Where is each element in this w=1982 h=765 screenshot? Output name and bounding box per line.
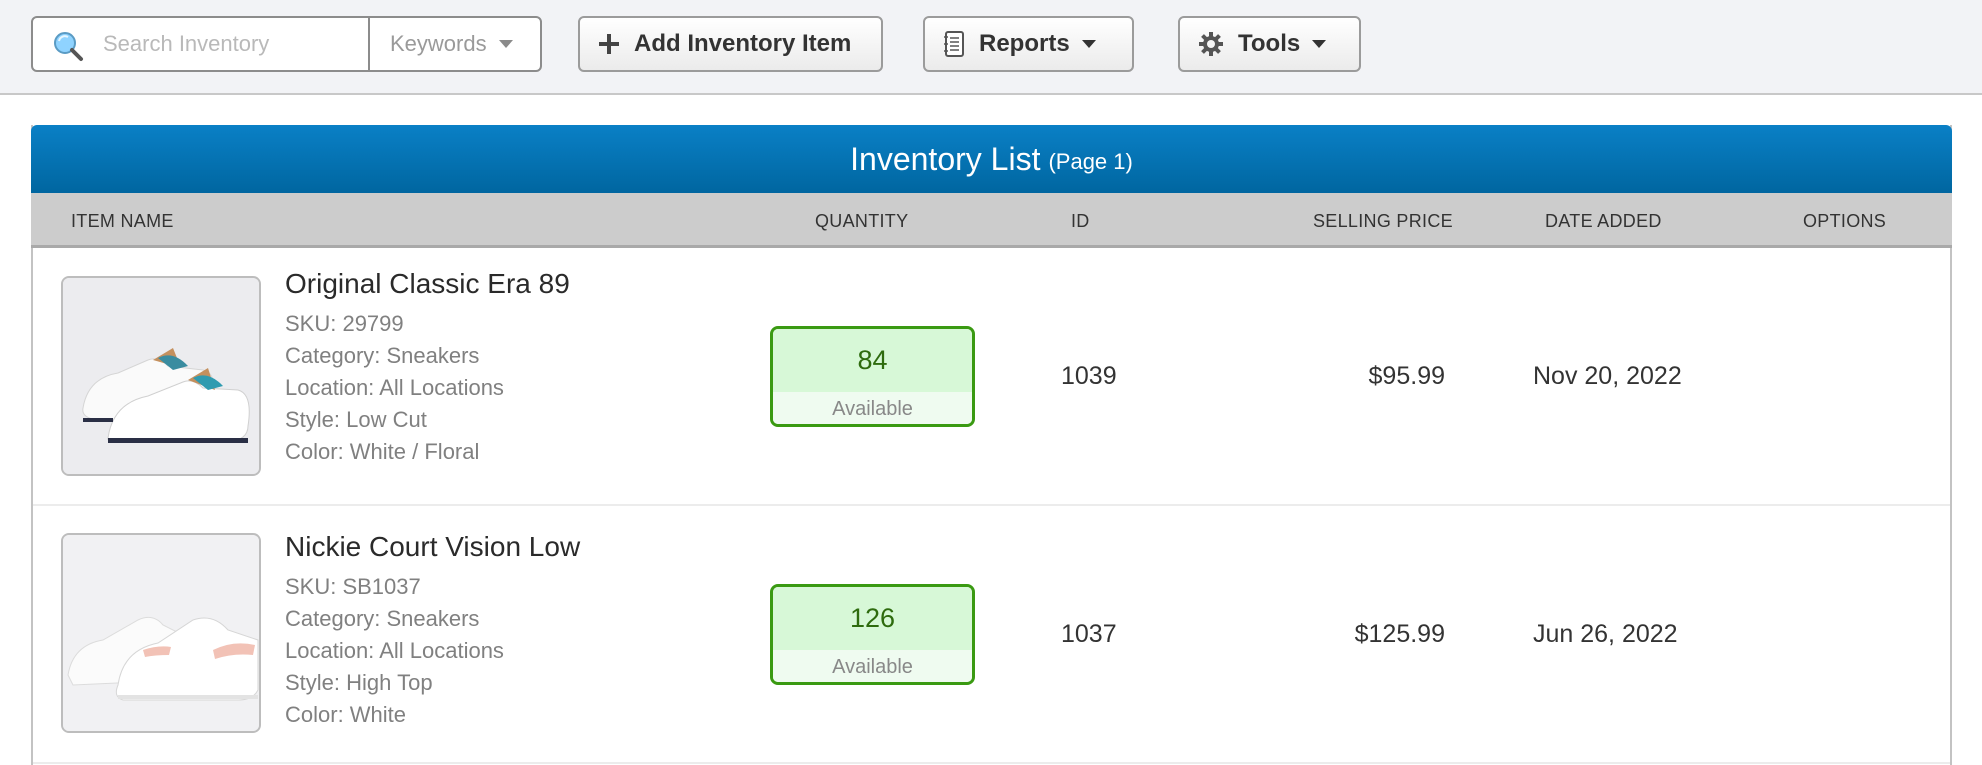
- table-header: ITEM NAME QUANTITY ID SELLING PRICE DATE…: [31, 193, 1952, 248]
- search-input[interactable]: [103, 18, 363, 70]
- item-date-added: Nov 20, 2022: [1533, 362, 1682, 390]
- quantity-status: Available: [773, 392, 972, 424]
- quantity-badge: 84 Available: [770, 326, 975, 427]
- item-sku: SKU: SB1037: [285, 574, 421, 599]
- sneaker-image-icon: [63, 278, 259, 474]
- item-style: Style: High Top: [285, 670, 433, 695]
- column-header-id[interactable]: ID: [1071, 211, 1090, 232]
- item-category: Category: Sneakers: [285, 606, 480, 631]
- add-inventory-item-button[interactable]: Add Inventory Item: [578, 16, 883, 72]
- table-row[interactable]: Nickie Court Vision Low SKU: SB1037 Cate…: [33, 506, 1950, 764]
- tools-dropdown-button[interactable]: Tools: [1178, 16, 1361, 72]
- panel-header: Inventory List (Page 1): [31, 125, 1952, 193]
- search-filter-dropdown[interactable]: Keywords: [368, 18, 540, 70]
- item-color: Color: White / Floral: [285, 439, 480, 464]
- chevron-down-icon: [1312, 40, 1327, 48]
- add-inventory-item-label: Add Inventory Item: [634, 30, 852, 57]
- inventory-list-panel: Inventory List (Page 1) ITEM NAME QUANTI…: [31, 125, 1952, 765]
- item-thumbnail[interactable]: [61, 533, 261, 733]
- item-details: SKU: 29799 Category: Sneakers Location: …: [285, 308, 504, 468]
- tools-label: Tools: [1238, 30, 1301, 57]
- item-price: $125.99: [1354, 620, 1445, 648]
- gear-icon: [1198, 31, 1224, 57]
- item-color: Color: White: [285, 702, 407, 727]
- sneaker-image-icon: [63, 535, 259, 731]
- toolbar: Keywords Add Inventory Item Reports: [0, 0, 1982, 95]
- reports-label: Reports: [979, 30, 1070, 57]
- item-sku: SKU: 29799: [285, 311, 404, 336]
- item-location: Location: All Locations: [285, 375, 504, 400]
- chevron-down-icon: [498, 40, 513, 48]
- column-header-date-added[interactable]: DATE ADDED: [1545, 211, 1662, 232]
- quantity-status: Available: [773, 650, 972, 682]
- quantity-value: 126: [773, 587, 972, 650]
- search-group: Keywords: [31, 16, 542, 72]
- chevron-down-icon: [1081, 40, 1096, 48]
- item-date-added: Jun 26, 2022: [1533, 620, 1678, 648]
- search-icon: [54, 32, 83, 61]
- column-header-options: OPTIONS: [1803, 211, 1887, 231]
- item-location: Location: All Locations: [285, 638, 504, 663]
- column-header-selling-price[interactable]: SELLING PRICE: [1313, 211, 1453, 232]
- page-indicator: (Page 1): [1048, 149, 1133, 174]
- item-id: 1037: [1061, 620, 1117, 648]
- item-thumbnail[interactable]: [61, 276, 261, 476]
- item-price: $95.99: [1368, 362, 1445, 390]
- item-id: 1039: [1061, 362, 1117, 390]
- panel-title: Inventory List: [850, 140, 1041, 177]
- column-header-item-name[interactable]: ITEM NAME: [71, 211, 174, 232]
- search-filter-label: Keywords: [390, 31, 487, 56]
- item-name[interactable]: Original Classic Era 89: [285, 268, 570, 300]
- reports-dropdown-button[interactable]: Reports: [923, 16, 1134, 72]
- table-row[interactable]: Original Classic Era 89 SKU: 29799 Categ…: [33, 248, 1950, 506]
- plus-icon: [598, 33, 620, 55]
- item-name[interactable]: Nickie Court Vision Low: [285, 531, 580, 563]
- column-header-quantity[interactable]: QUANTITY: [815, 211, 908, 232]
- item-category: Category: Sneakers: [285, 343, 480, 368]
- item-style: Style: Low Cut: [285, 407, 427, 432]
- quantity-value: 84: [773, 329, 972, 392]
- notebook-icon: [943, 31, 965, 57]
- quantity-badge: 126 Available: [770, 584, 975, 685]
- item-details: SKU: SB1037 Category: Sneakers Location:…: [285, 571, 504, 731]
